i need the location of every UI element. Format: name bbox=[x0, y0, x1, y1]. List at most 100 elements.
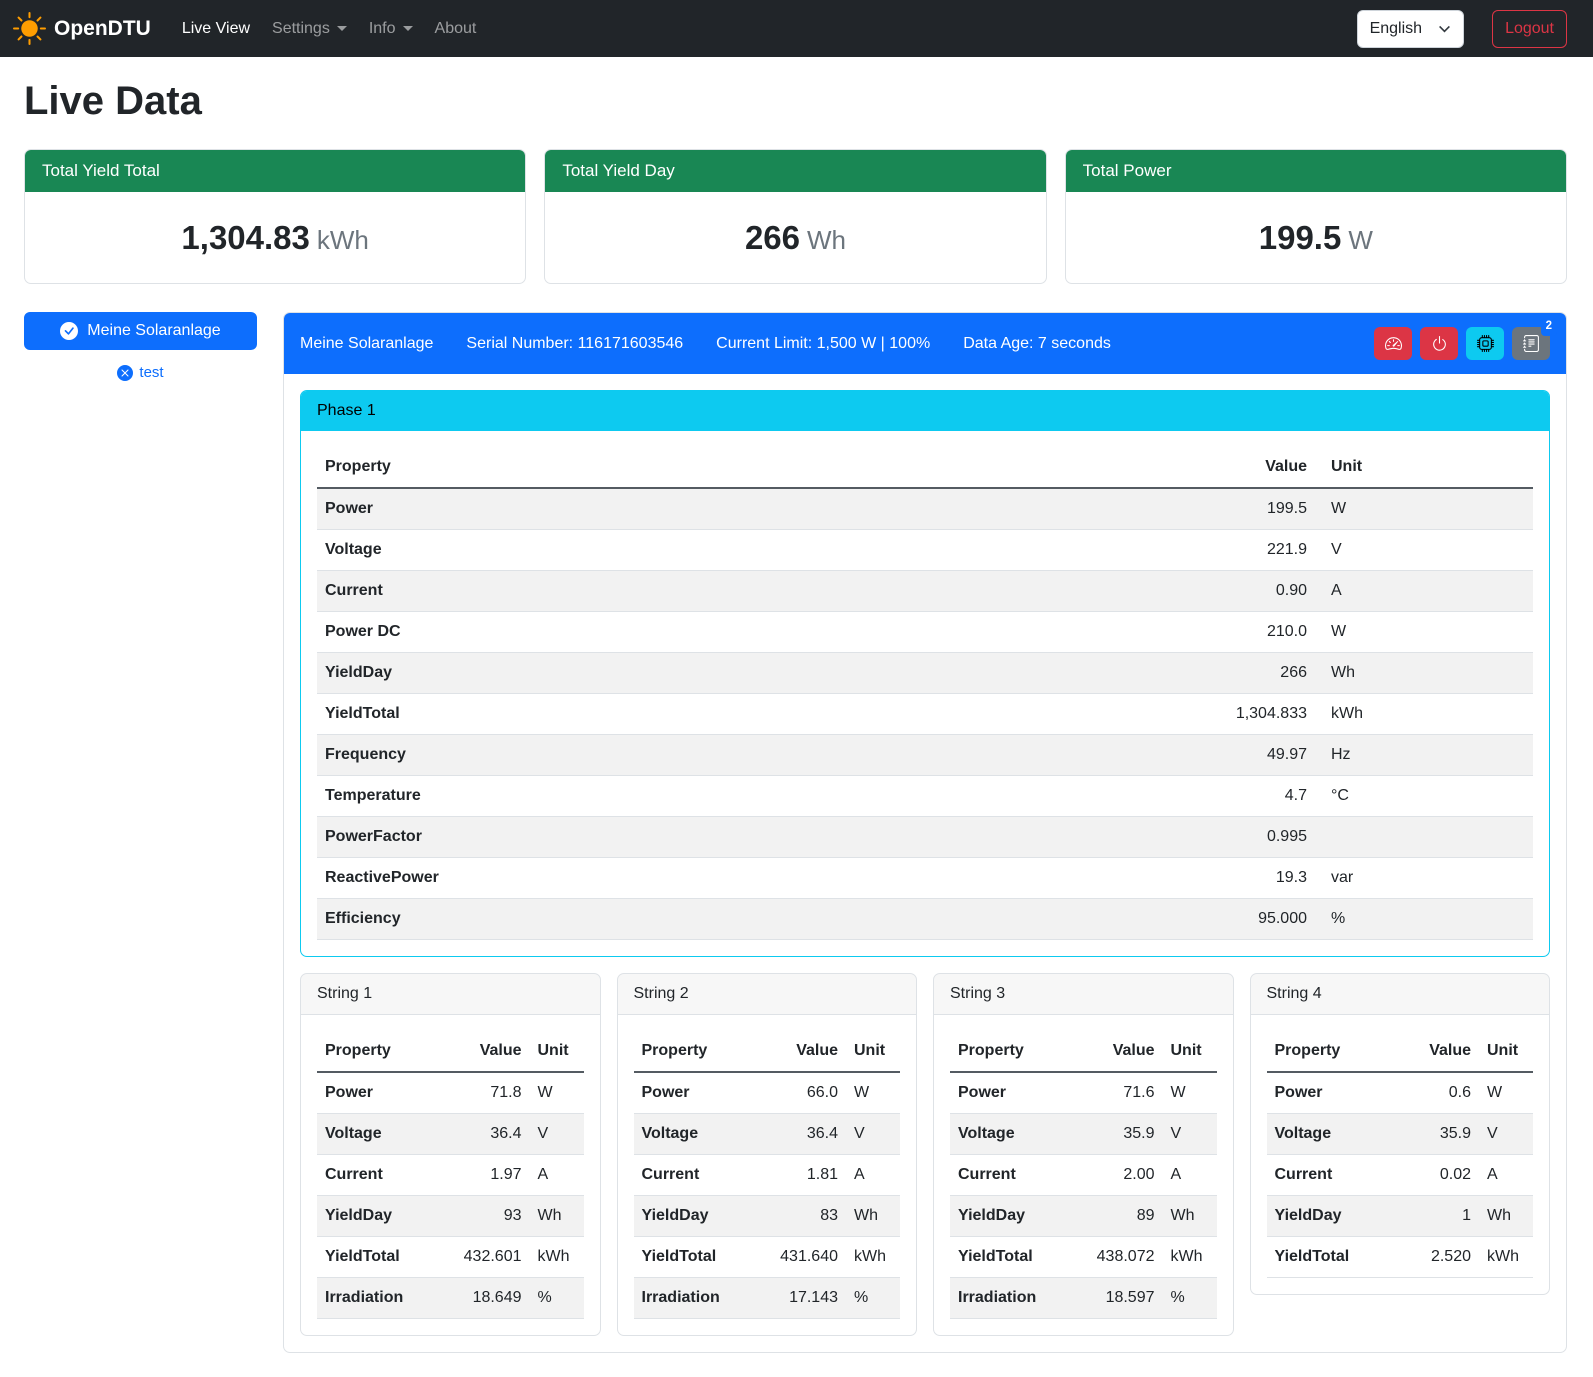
events-button[interactable]: 2 bbox=[1512, 327, 1550, 360]
dropdown-caret-icon bbox=[403, 26, 413, 31]
logout-button[interactable]: Logout bbox=[1492, 10, 1567, 48]
table-cell-unit bbox=[1315, 817, 1533, 858]
table-cell-unit: Wh bbox=[846, 1196, 900, 1237]
brand-link[interactable]: OpenDTU bbox=[13, 12, 151, 45]
page-title: Live Data bbox=[24, 71, 1567, 131]
table-cell-prop: Voltage bbox=[317, 1114, 436, 1155]
table-cell-prop: YieldDay bbox=[317, 1196, 436, 1237]
table-row: Current1.81A bbox=[634, 1155, 901, 1196]
table-cell-val: 49.97 bbox=[914, 735, 1315, 776]
power-button[interactable] bbox=[1420, 327, 1458, 360]
column-header-property: Property bbox=[317, 1031, 436, 1072]
table-cell-unit: Hz bbox=[1315, 735, 1533, 776]
total-yield-day-card: Total Yield Day 266Wh bbox=[544, 149, 1046, 284]
table-cell-unit: kWh bbox=[1163, 1237, 1217, 1278]
table-row: Power DC210.0W bbox=[317, 612, 1533, 653]
table-row: ReactivePower19.3var bbox=[317, 858, 1533, 899]
table-header-row: Property Value Unit bbox=[634, 1031, 901, 1072]
string-card-title: String 2 bbox=[618, 974, 917, 1015]
language-value: English bbox=[1370, 17, 1422, 41]
nav-info-label: Info bbox=[369, 17, 396, 41]
table-cell-val: 1.97 bbox=[436, 1155, 529, 1196]
nav-about[interactable]: About bbox=[424, 9, 488, 49]
table-cell-prop: Power bbox=[950, 1072, 1069, 1114]
table-cell-unit: A bbox=[530, 1155, 584, 1196]
table-cell-prop: Voltage bbox=[634, 1114, 753, 1155]
settings-button[interactable] bbox=[1466, 327, 1504, 360]
table-cell-prop: YieldDay bbox=[1267, 1196, 1397, 1237]
column-header-value: Value bbox=[914, 447, 1315, 488]
table-row: PowerFactor0.995 bbox=[317, 817, 1533, 858]
table-cell-unit: % bbox=[1315, 899, 1533, 940]
table-cell-val: 93 bbox=[436, 1196, 529, 1237]
table-row: Irradiation18.597% bbox=[950, 1278, 1217, 1319]
inverter-select-button[interactable]: Meine Solaranlage bbox=[24, 312, 257, 350]
table-cell-val: 221.9 bbox=[914, 530, 1315, 571]
total-yield-total-card: Total Yield Total 1,304.83kWh bbox=[24, 149, 526, 284]
table-cell-unit: kWh bbox=[1315, 694, 1533, 735]
string-card-title: String 3 bbox=[934, 974, 1233, 1015]
inverter-limit: Current Limit: 1,500 W | 100% bbox=[716, 332, 930, 356]
column-header-property: Property bbox=[1267, 1031, 1397, 1072]
table-cell-val: 2.00 bbox=[1069, 1155, 1162, 1196]
limit-button[interactable] bbox=[1374, 327, 1412, 360]
table-row: YieldTotal431.640kWh bbox=[634, 1237, 901, 1278]
string-card-title: String 4 bbox=[1251, 974, 1550, 1015]
column-header-property: Property bbox=[634, 1031, 753, 1072]
table-cell-prop: Voltage bbox=[950, 1114, 1069, 1155]
table-row: Efficiency95.000% bbox=[317, 899, 1533, 940]
table-row: Power71.6W bbox=[950, 1072, 1217, 1114]
inverter-select-test[interactable]: test bbox=[24, 362, 257, 385]
column-header-property: Property bbox=[950, 1031, 1069, 1072]
card-unit: W bbox=[1348, 225, 1373, 255]
table-cell-prop: Irradiation bbox=[950, 1278, 1069, 1319]
column-header-unit: Unit bbox=[846, 1031, 900, 1072]
total-power-card: Total Power 199.5W bbox=[1065, 149, 1567, 284]
table-row: YieldDay1Wh bbox=[1267, 1196, 1534, 1237]
table-cell-prop: Power bbox=[634, 1072, 753, 1114]
table-cell-val: 431.640 bbox=[753, 1237, 846, 1278]
table-cell-val: 210.0 bbox=[914, 612, 1315, 653]
table-cell-unit: Wh bbox=[1479, 1196, 1533, 1237]
journal-icon bbox=[1523, 335, 1540, 352]
table-row: Current0.90A bbox=[317, 571, 1533, 612]
table-header-row: Property Value Unit bbox=[317, 1031, 584, 1072]
table-cell-prop: Current bbox=[317, 1155, 436, 1196]
table-row: Power199.5W bbox=[317, 488, 1533, 530]
table-cell-val: 0.995 bbox=[914, 817, 1315, 858]
table-cell-val: 66.0 bbox=[753, 1072, 846, 1114]
table-cell-unit: % bbox=[846, 1278, 900, 1319]
table-cell-prop: Power bbox=[1267, 1072, 1397, 1114]
inverter-panel: Meine Solaranlage Serial Number: 1161716… bbox=[283, 312, 1567, 1353]
language-select[interactable]: English bbox=[1357, 10, 1464, 48]
test-link-label: test bbox=[139, 362, 163, 385]
card-header-label: Total Power bbox=[1066, 150, 1566, 192]
string-card-title: String 1 bbox=[301, 974, 600, 1015]
table-cell-unit: W bbox=[1315, 612, 1533, 653]
table-cell-prop: Voltage bbox=[317, 530, 914, 571]
card-value: 199.5 bbox=[1259, 219, 1342, 256]
column-header-unit: Unit bbox=[1315, 447, 1533, 488]
table-cell-prop: ReactivePower bbox=[317, 858, 914, 899]
table-cell-val: 35.9 bbox=[1396, 1114, 1479, 1155]
nav-live-view[interactable]: Live View bbox=[171, 9, 261, 49]
brand-label: OpenDTU bbox=[54, 13, 151, 45]
table-header-row: Property Value Unit bbox=[950, 1031, 1217, 1072]
table-cell-prop: YieldTotal bbox=[1267, 1237, 1397, 1278]
phase-table: Property Value Unit Power199.5WVoltage22… bbox=[317, 447, 1533, 940]
card-unit: kWh bbox=[317, 225, 369, 255]
table-cell-val: 17.143 bbox=[753, 1278, 846, 1319]
table-cell-prop: Current bbox=[1267, 1155, 1397, 1196]
table-row: Voltage35.9V bbox=[1267, 1114, 1534, 1155]
nav-settings[interactable]: Settings bbox=[261, 9, 358, 49]
table-cell-unit: V bbox=[530, 1114, 584, 1155]
table-cell-val: 71.6 bbox=[1069, 1072, 1162, 1114]
column-header-value: Value bbox=[753, 1031, 846, 1072]
table-cell-val: 1 bbox=[1396, 1196, 1479, 1237]
table-cell-prop: Efficiency bbox=[317, 899, 914, 940]
nav-info[interactable]: Info bbox=[358, 9, 424, 49]
chevron-down-icon bbox=[1438, 22, 1451, 35]
string-table: Property Value Unit Power71.6WVoltage35.… bbox=[950, 1031, 1217, 1319]
table-cell-unit: kWh bbox=[530, 1237, 584, 1278]
table-cell-val: 89 bbox=[1069, 1196, 1162, 1237]
